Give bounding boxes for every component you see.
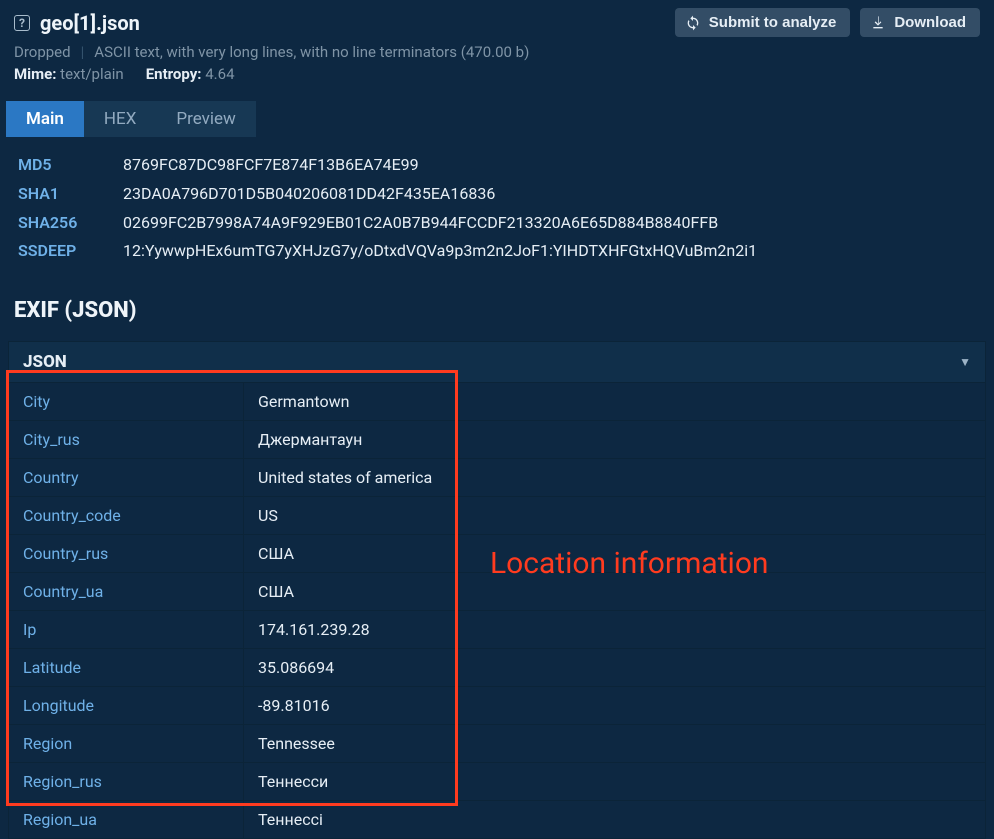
hash-key: MD5	[18, 151, 123, 180]
hash-val: 02699FC2B7998A74A9F929EB01C2A0B7B944FCCD…	[123, 209, 718, 238]
hash-key: SHA256	[18, 209, 123, 238]
header-actions: Submit to analyze Download	[675, 8, 980, 37]
json-val: -89.81016	[244, 687, 344, 724]
hash-row: SSDEEP 12:YywwpHEx6umTG7yXHJzG7y/oDtxdVQ…	[18, 237, 976, 266]
mime-value: text/plain	[60, 65, 124, 83]
tabs: Main HEX Preview	[0, 101, 994, 137]
hash-val: 23DA0A796D701D5B040206081DD42F435EA16836	[123, 180, 495, 209]
tab-main[interactable]: Main	[6, 101, 84, 137]
tab-preview[interactable]: Preview	[156, 101, 255, 137]
file-name: geo[1].json	[40, 11, 140, 35]
hash-key: SHA1	[18, 180, 123, 209]
json-key: Latitude	[9, 649, 244, 686]
json-row: Country_ua США	[9, 572, 985, 610]
meta-line-1: Dropped | ASCII text, with very long lin…	[14, 43, 980, 61]
json-row: City Germantown	[9, 383, 985, 420]
caret-down-icon: ▼	[959, 355, 971, 369]
json-val: Джермантаун	[244, 421, 376, 458]
mime-label: Mime:	[14, 65, 56, 83]
hash-block: MD5 8769FC87DC98FCF7E874F13B6EA74E99 SHA…	[0, 137, 994, 284]
json-val: US	[244, 497, 292, 534]
submit-analyze-label: Submit to analyze	[709, 14, 837, 31]
json-key: Country	[9, 459, 244, 496]
hash-val: 8769FC87DC98FCF7E874F13B6EA74E99	[123, 151, 419, 180]
json-row: Ip 174.161.239.28	[9, 610, 985, 648]
json-row: Region_ua Теннессі	[9, 800, 985, 838]
hash-row: SHA1 23DA0A796D701D5B040206081DD42F435EA…	[18, 180, 976, 209]
hash-row: MD5 8769FC87DC98FCF7E874F13B6EA74E99	[18, 151, 976, 180]
json-row: Region Tennessee	[9, 724, 985, 762]
entropy-label: Entropy:	[146, 65, 202, 83]
json-row: Latitude 35.086694	[9, 648, 985, 686]
title-row: ? geo[1].json Submit to analyze Download	[14, 8, 980, 37]
json-key: City_rus	[9, 421, 244, 458]
json-val: 174.161.239.28	[244, 611, 384, 648]
json-key: Country_ua	[9, 573, 244, 610]
json-key: City	[9, 383, 244, 420]
json-header-title: JSON	[23, 352, 67, 372]
hash-row: SHA256 02699FC2B7998A74A9F929EB01C2A0B7B…	[18, 209, 976, 238]
hash-val: 12:YywwpHEx6umTG7yXHJzG7y/oDtxdVQVa9p3m2…	[123, 237, 757, 266]
json-val: Germantown	[244, 383, 363, 420]
meta-separator: |	[81, 43, 85, 61]
json-row: City_rus Джермантаун	[9, 420, 985, 458]
meta-line-2: Mime: text/plain Entropy: 4.64	[14, 65, 980, 83]
json-val: Теннессі	[244, 801, 337, 838]
unknown-file-icon: ?	[14, 15, 30, 31]
json-row: Longitude -89.81016	[9, 686, 985, 724]
download-button[interactable]: Download	[860, 8, 980, 37]
exif-section-title: EXIF (JSON)	[0, 284, 994, 329]
json-row: Region_rus Теннесси	[9, 762, 985, 800]
json-key: Region_rus	[9, 763, 244, 800]
json-collapse-header[interactable]: JSON ▼	[8, 341, 986, 383]
json-key: Country_rus	[9, 535, 244, 572]
entropy-group: Entropy: 4.64	[146, 65, 235, 83]
mime-group: Mime: text/plain	[14, 65, 124, 83]
status-tag: Dropped	[14, 43, 71, 61]
json-val: 35.086694	[244, 649, 348, 686]
json-key: Country_code	[9, 497, 244, 534]
file-description: ASCII text, with very long lines, with n…	[94, 43, 529, 61]
download-icon	[870, 15, 886, 31]
json-key: Region_ua	[9, 801, 244, 838]
entropy-value: 4.64	[205, 65, 234, 83]
json-table: City Germantown City_rus Джермантаун Cou…	[8, 383, 986, 839]
refresh-icon	[685, 15, 701, 31]
title-left: ? geo[1].json	[14, 11, 140, 35]
json-val: Теннесси	[244, 763, 342, 800]
hash-key: SSDEEP	[18, 237, 123, 266]
submit-analyze-button[interactable]: Submit to analyze	[675, 8, 851, 37]
json-val: США	[244, 535, 308, 572]
json-val: United states of america	[244, 459, 446, 496]
download-label: Download	[894, 14, 966, 31]
json-key: Ip	[9, 611, 244, 648]
json-row: Country_rus США	[9, 534, 985, 572]
json-key: Longitude	[9, 687, 244, 724]
json-row: Country United states of america	[9, 458, 985, 496]
file-header: ? geo[1].json Submit to analyze Download…	[0, 0, 994, 91]
json-key: Region	[9, 725, 244, 762]
json-val: Tennessee	[244, 725, 349, 762]
json-row: Country_code US	[9, 496, 985, 534]
tab-hex[interactable]: HEX	[84, 101, 156, 137]
json-val: США	[244, 573, 308, 610]
